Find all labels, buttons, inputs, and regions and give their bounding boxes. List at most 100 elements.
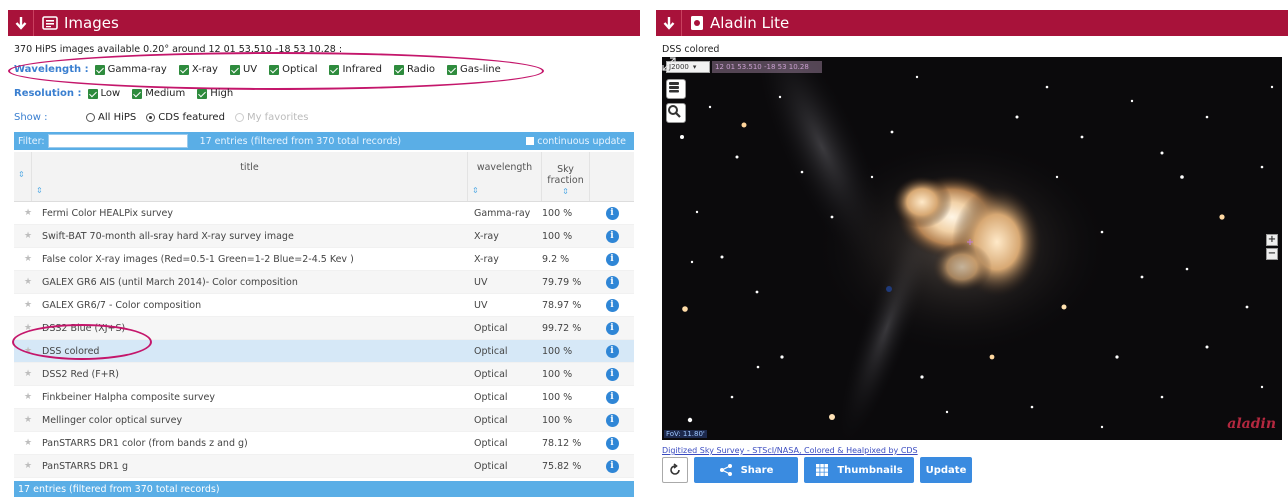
layers-button[interactable] xyxy=(666,79,686,99)
checkbox-radio[interactable]: Radio xyxy=(393,64,435,75)
info-icon[interactable]: i xyxy=(605,275,619,289)
show-label: Show : xyxy=(14,112,48,123)
row-info: i xyxy=(590,229,634,243)
table-row[interactable]: ★ GALEX GR6 AIS (until March 2014)- Color… xyxy=(14,271,634,294)
search-icon xyxy=(668,105,681,118)
sky-view[interactable]: J2000 ▾ 12 01 53.510 -18 53 10.28 + − FoV… xyxy=(662,57,1282,440)
checkbox-label: Gas-line xyxy=(460,64,501,75)
table-row[interactable]: ★ Finkbeiner Halpha composite survey Optic… xyxy=(14,386,634,409)
info-icon[interactable]: i xyxy=(605,229,619,243)
favorite-star-icon[interactable]: ★ xyxy=(14,254,40,264)
favorite-star-icon[interactable]: ★ xyxy=(14,208,40,218)
checkbox-icon xyxy=(229,64,240,75)
table-row-selected[interactable]: ★ DSS colored Optical 100 % i xyxy=(14,340,634,363)
row-wavelength: Optical xyxy=(474,437,508,449)
fullscreen-icon[interactable] xyxy=(662,57,676,71)
radio-my-favorites[interactable]: My favorites xyxy=(234,112,309,123)
thumbnails-button[interactable]: Thumbnails xyxy=(804,457,914,483)
table-row[interactable]: ★ False color X-ray images (Red=0.5-1 Gre… xyxy=(14,248,634,271)
checkbox-label: Medium xyxy=(145,88,186,99)
favorite-star-icon[interactable]: ★ xyxy=(14,300,40,310)
checkbox-medium[interactable]: Medium xyxy=(132,88,185,99)
info-icon[interactable]: i xyxy=(605,413,619,427)
checkbox-infrared[interactable]: Infrared xyxy=(329,64,382,75)
zoom-controls: + − xyxy=(1266,234,1278,260)
info-icon[interactable]: i xyxy=(605,436,619,450)
info-icon[interactable]: i xyxy=(605,298,619,312)
favorite-star-icon[interactable]: ★ xyxy=(14,277,40,287)
aladin-icon xyxy=(690,15,704,31)
table-row[interactable]: ★ DSS2 Blue (XJ+S) Optical 99.72 % i xyxy=(14,317,634,340)
favorite-star-icon[interactable]: ★ xyxy=(14,323,40,333)
images-panel: Images 370 HiPS images available 0.20° a… xyxy=(8,10,640,497)
zoom-out-button[interactable]: − xyxy=(1266,248,1278,260)
sort-icon: ⇕ xyxy=(562,187,569,196)
coordinates-input[interactable]: 12 01 53.510 -18 53 10.28 xyxy=(712,61,822,73)
favorite-star-icon[interactable]: ★ xyxy=(14,392,40,402)
info-icon[interactable]: i xyxy=(605,367,619,381)
info-icon[interactable]: i xyxy=(605,459,619,473)
survey-credit-link[interactable]: Digitized Sky Survey - STScI/NASA, Color… xyxy=(662,446,918,455)
collapse-arrow-icon[interactable] xyxy=(8,10,34,36)
radio-cds-featured[interactable]: CDS featured xyxy=(146,112,225,123)
row-fraction: 99.72 % xyxy=(542,322,582,334)
row-wavelength: Gamma-ray xyxy=(474,207,531,219)
zoom-in-button[interactable]: + xyxy=(1266,234,1278,246)
share-button[interactable]: Share xyxy=(694,457,798,483)
checkbox-icon xyxy=(329,64,340,75)
radio-all-hips[interactable]: All HiPS xyxy=(86,112,136,123)
table-row[interactable]: ★ Mellinger color optical survey Optical 10… xyxy=(14,409,634,432)
table-row[interactable]: ★ Fermi Color HEALPix survey Gamma-ray 100 … xyxy=(14,202,634,225)
checkbox-x-ray[interactable]: X-ray xyxy=(178,64,218,75)
table-row[interactable]: ★ GALEX GR6/7 - Color composition UV 78.97 … xyxy=(14,294,634,317)
info-icon[interactable]: i xyxy=(605,252,619,266)
row-wavelength: Optical xyxy=(474,368,508,380)
continuous-update-toggle[interactable]: continuous update xyxy=(526,136,626,147)
filter-count: 17 entries (filtered from 370 total reco… xyxy=(199,135,402,147)
row-info: i xyxy=(590,367,634,381)
favorite-star-icon[interactable]: ★ xyxy=(14,415,40,425)
refresh-icon xyxy=(670,463,680,475)
column-header-title[interactable]: title ⇕ xyxy=(32,152,468,201)
info-icon[interactable]: i xyxy=(605,344,619,358)
checkbox-uv[interactable]: UV xyxy=(229,64,257,75)
table-row[interactable]: ★ PanSTARRS DR1 color (from bands z and g… xyxy=(14,432,634,455)
row-info: i xyxy=(590,436,634,450)
favorite-star-icon[interactable]: ★ xyxy=(14,231,40,241)
row-wavelength: Optical xyxy=(474,391,508,403)
row-wavelength: Optical xyxy=(474,414,508,426)
row-title: PanSTARRS DR1 color (from bands z and g) xyxy=(42,437,248,449)
checkbox-label: High xyxy=(210,88,234,99)
search-button[interactable] xyxy=(666,103,686,123)
checkbox-gas-line[interactable]: Gas-line xyxy=(447,64,501,75)
checkbox-low[interactable]: Low xyxy=(87,88,120,99)
table-row[interactable]: ★ Swift-BAT 70-month all-sray hard X-ray … xyxy=(14,225,634,248)
info-icon[interactable]: i xyxy=(605,390,619,404)
column-header-wavelength[interactable]: wavelength ⇕ xyxy=(468,152,542,201)
column-header-sky-fraction[interactable]: Sky fraction ⇕ xyxy=(542,152,590,201)
table-row[interactable]: ★ DSS2 Red (F+R) Optical 100 % i xyxy=(14,363,634,386)
radio-label: My favorites xyxy=(246,112,309,123)
images-panel-title: Images xyxy=(64,14,119,32)
checkbox-optical[interactable]: Optical xyxy=(269,64,317,75)
grid-icon xyxy=(816,464,829,476)
reset-view-button[interactable] xyxy=(662,457,688,483)
column-header-favorite[interactable]: ⇕ xyxy=(14,152,32,201)
favorite-star-icon[interactable]: ★ xyxy=(14,369,40,379)
update-label: Update xyxy=(925,464,967,476)
info-icon[interactable]: i xyxy=(605,321,619,335)
table-row[interactable]: ★ PanSTARRS DR1 g Optical 75.82 % i xyxy=(14,455,634,478)
checkbox-gamma-ray[interactable]: Gamma-ray xyxy=(94,64,167,75)
images-icon xyxy=(42,16,58,30)
filter-input[interactable] xyxy=(47,134,188,148)
checkbox-high[interactable]: High xyxy=(197,88,233,99)
checkbox-icon xyxy=(94,64,105,75)
collapse-arrow-icon[interactable] xyxy=(656,10,682,36)
checkbox-label: Infrared xyxy=(342,64,382,75)
row-title: Swift-BAT 70-month all-sray hard X-ray s… xyxy=(42,230,294,242)
favorite-star-icon[interactable]: ★ xyxy=(14,438,40,448)
favorite-star-icon[interactable]: ★ xyxy=(14,461,40,471)
info-icon[interactable]: i xyxy=(605,206,619,220)
favorite-star-icon[interactable]: ★ xyxy=(14,346,40,356)
update-button[interactable]: Update xyxy=(920,457,972,483)
